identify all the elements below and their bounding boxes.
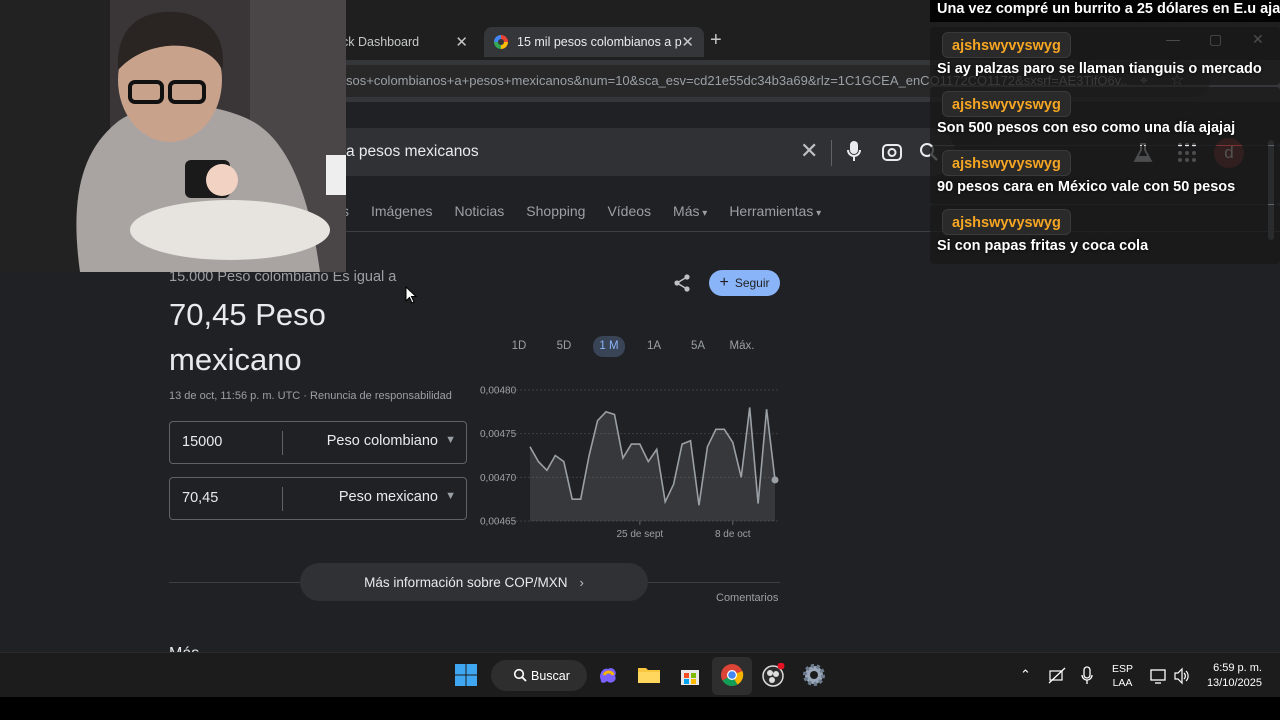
copilot-icon[interactable] [596,663,620,687]
more-info-label: Más información sobre COP/MXN [364,574,568,590]
divider [282,487,283,511]
tab-dashboard[interactable]: ck Dashboard ✕ [330,27,478,57]
chart-range-selector: 1D 5D 1 M 1A 5A Máx. [500,336,765,358]
show-hidden-icons-chevron-icon[interactable]: ⌃ [1020,667,1031,683]
settings-gear-icon[interactable] [802,663,826,687]
search-nav-tabs: s Imágenes Noticias Shopping Vídeos Más … [342,203,843,219]
file-explorer-icon[interactable] [637,663,661,687]
chart-y-tick-label: 0,00475 [480,429,517,440]
chart-y-tick-label: 0,00465 [480,517,517,528]
follow-label: Seguir [734,276,770,290]
chat-username: ajshswyvyswyg [942,150,1071,176]
nav-tab-shopping[interactable]: Shopping [526,203,585,219]
nav-tab-videos[interactable]: Vídeos [607,203,651,219]
keyboard-layout: LAA [1112,677,1133,689]
google-favicon-icon [494,35,508,49]
plus-icon: + [719,274,729,291]
chevron-right-icon: › [579,574,584,590]
chat-message-text: Si con papas fritas y coca cola [937,238,1149,254]
to-currency-field: 70,45 Peso mexicano ▼ [169,477,467,520]
nav-tab-more[interactable]: Más [673,203,707,219]
chat-message-partial: Una vez compré un burrito a 25 dólares e… [930,0,1280,22]
to-amount-input[interactable]: 70,45 [182,490,218,506]
tab-title: 15 mil pesos colombianos a pesos mexican… [517,35,682,49]
range-1m[interactable]: 1 M [593,336,625,357]
chat-username: ajshswyvyswyg [942,32,1071,58]
chat-username: ajshswyvyswyg [942,209,1071,235]
chrome-icon[interactable] [720,663,744,687]
display-network-icon[interactable] [1150,667,1168,685]
tab-close-icon[interactable]: ✕ [681,33,694,51]
search-query[interactable]: a pesos mexicanos [346,143,479,161]
range-1y[interactable]: 1A [640,336,668,357]
nav-tab-images[interactable]: Imágenes [371,203,432,219]
chart-current-point [771,476,779,484]
clock-time: 6:59 p. m. [1213,662,1262,674]
input-language-indicator[interactable]: ESP LAA [1112,662,1133,690]
clock-date: 13/10/2025 [1206,677,1262,689]
dropdown-caret-icon[interactable]: ▼ [445,434,456,446]
volume-icon[interactable] [1173,667,1191,685]
desktop-screen: ck Dashboard ✕ 15 mil pesos colombianos … [0,0,1280,697]
chart-x-tick-label: 25 de sept [616,529,663,540]
more-info-button[interactable]: Más información sobre COP/MXN › [300,563,648,601]
network-disconnected-icon[interactable] [1048,667,1066,685]
nav-tab-tools[interactable]: Herramientas [729,203,821,219]
range-5d[interactable]: 5D [550,336,578,357]
search-icon [513,668,527,682]
chart-y-tick-label: 0,00470 [480,473,517,484]
clear-search-icon[interactable]: ✕ [800,138,818,164]
mouse-cursor-icon [405,286,417,304]
tab-search-active[interactable]: 15 mil pesos colombianos a pesos mexican… [484,27,704,57]
taskbar-search-button[interactable]: Buscar [491,660,587,691]
tab-close-icon[interactable]: ✕ [455,33,468,51]
chat-message: ajshswyvyswyg 90 pesos cara en México va… [930,146,1280,204]
windows-start-icon[interactable] [454,663,478,687]
nav-tab-news[interactable]: Noticias [454,203,504,219]
chat-message: ajshswyvyswyg Si con papas fritas y coca… [930,205,1280,264]
language-code: ESP [1112,663,1134,675]
search-box[interactable]: a pesos mexicanos ✕ [320,128,955,176]
from-amount-input[interactable]: 15000 [182,434,222,450]
letterbox-bar [0,697,1280,720]
exchange-rate-chart[interactable]: 0,00480 0,00475 0,00470 0,00465 25 de sept 8 … [475,380,785,545]
chat-message-text: 90 pesos cara en México vale con 50 peso… [937,179,1236,195]
range-max[interactable]: Máx. [726,336,758,357]
rate-timestamp: 13 de oct, 11:56 p. m. UTC · Renuncia de… [169,390,452,402]
follow-button[interactable]: + Seguir [709,270,780,296]
chat-message-text: Si ay palzas paro se llaman tianguis o m… [937,61,1262,77]
chat-message-text: Son 500 pesos con eso como una día ajaja… [937,120,1236,136]
lens-camera-icon[interactable] [881,141,903,163]
chat-message: ajshswyvyswyg Si ay palzas paro se llama… [930,27,1280,85]
taskbar-search-label: Buscar [531,668,570,683]
webcam-overlay [0,0,346,272]
divider [282,431,283,455]
range-5y[interactable]: 5A [684,336,712,357]
comments-link[interactable]: Comentarios [716,592,778,604]
from-currency-field: 15000 Peso colombiano ▼ [169,421,467,464]
conversion-result: 70,45 Peso mexicano [169,297,326,377]
chat-username: ajshswyvyswyg [942,91,1071,117]
chart-y-tick-label: 0,00480 [480,386,517,397]
chat-message: ajshswyvyswyg Son 500 pesos con eso como… [930,87,1280,145]
chart-x-tick-label: 8 de oct [715,529,751,540]
system-clock[interactable]: 6:59 p. m. 13/10/2025 [1196,661,1262,691]
from-currency-select[interactable]: Peso colombiano [327,433,438,449]
dropdown-caret-icon[interactable]: ▼ [445,490,456,502]
microphone-icon[interactable] [847,140,861,164]
microsoft-store-icon[interactable] [678,663,702,687]
windows-taskbar: Buscar ⌃ ESP LAA 6:59 p. m. 13/10/2025 [0,652,1280,697]
microphone-icon[interactable] [1080,666,1094,686]
to-currency-select[interactable]: Peso mexicano [339,489,438,505]
chat-message-text: Una vez compré un burrito a 25 dólares e… [937,1,1280,17]
divider [831,140,832,166]
obs-studio-icon[interactable] [761,663,785,687]
range-1d[interactable]: 1D [505,336,533,357]
new-tab-button[interactable]: + [710,29,722,52]
share-icon[interactable] [672,273,692,293]
stream-chat-overlay: Una vez compré un burrito a 25 dólares e… [930,0,1280,264]
